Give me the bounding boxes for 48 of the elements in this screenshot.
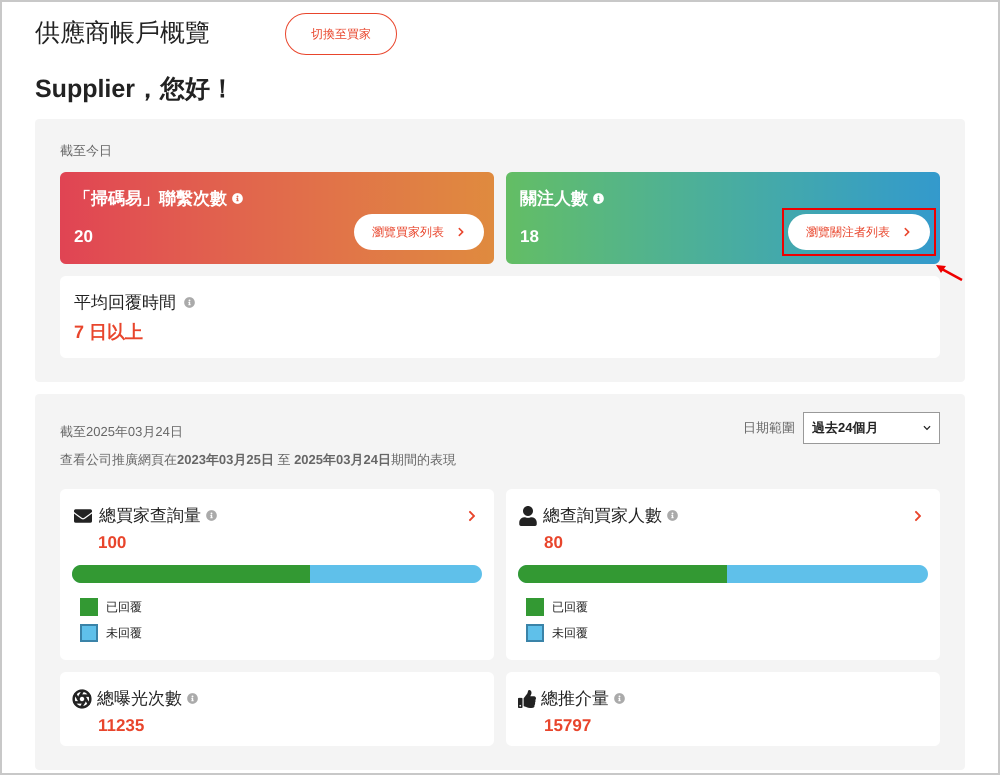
range-label: 日期範圍	[743, 418, 795, 437]
info-icon[interactable]	[667, 510, 678, 522]
metric-value: 15797	[544, 714, 592, 736]
card-value: 7 日以上	[74, 320, 144, 344]
info-icon[interactable]	[593, 193, 604, 204]
legend-label: 已回覆	[106, 599, 142, 616]
metric-value: 11235	[98, 714, 146, 736]
user-icon	[518, 506, 538, 526]
greeting: Supplier，您好！	[34, 74, 236, 105]
chevron-icon	[456, 226, 466, 236]
metric-value: 100	[98, 532, 128, 554]
legend-swatch	[80, 598, 98, 616]
legend-swatch	[80, 624, 98, 642]
info-icon[interactable]	[614, 693, 625, 704]
page-title: 供應商帳戶概覽	[35, 18, 211, 50]
legend-label: 未回覆	[106, 625, 142, 642]
legend-label: 未回覆	[552, 625, 588, 642]
metric-title: 總查詢買家人數	[543, 505, 662, 527]
info-icon[interactable]	[187, 693, 198, 704]
info-icon[interactable]	[232, 193, 243, 204]
metric-value: 80	[544, 532, 564, 554]
envelope-icon	[72, 506, 94, 525]
chevron-icon[interactable]	[912, 510, 924, 522]
card-title: 「掃碼易」聯繫次數	[74, 188, 227, 210]
switch-buyer-button[interactable]: 切換至買家	[285, 13, 397, 55]
chevron-icon	[902, 226, 912, 236]
metric-title: 總買家查詢量	[99, 505, 201, 527]
info-icon[interactable]	[184, 297, 195, 308]
caret-icon	[923, 424, 931, 432]
legend-swatch	[526, 598, 544, 616]
period-description: 查看公司推廣網頁在2023年03月25日 至 2025年03月24日期間的表現	[60, 450, 457, 468]
chevron-icon[interactable]	[466, 510, 478, 522]
card-value: 20	[74, 226, 93, 248]
card-title: 平均回覆時間	[74, 292, 176, 314]
list-button[interactable]: 瀏覽買家列表	[354, 214, 484, 250]
range-select[interactable]: 過去24個月	[803, 412, 940, 444]
info-icon[interactable]	[206, 510, 217, 522]
card-value: 18	[520, 226, 539, 248]
metric-title: 總曝光次數	[97, 688, 182, 710]
legend-swatch	[526, 624, 544, 642]
legend-label: 已回覆	[552, 599, 588, 616]
thumbs-up-icon	[518, 690, 536, 708]
panel-caption: 截至2025年03月24日	[60, 422, 183, 441]
aperture-icon	[72, 688, 92, 709]
metric-title: 總推介量	[541, 688, 609, 710]
list-button[interactable]: 瀏覽關注者列表	[788, 214, 930, 250]
panel-caption: 截至今日	[60, 142, 113, 160]
card-title: 關注人數	[520, 188, 588, 210]
